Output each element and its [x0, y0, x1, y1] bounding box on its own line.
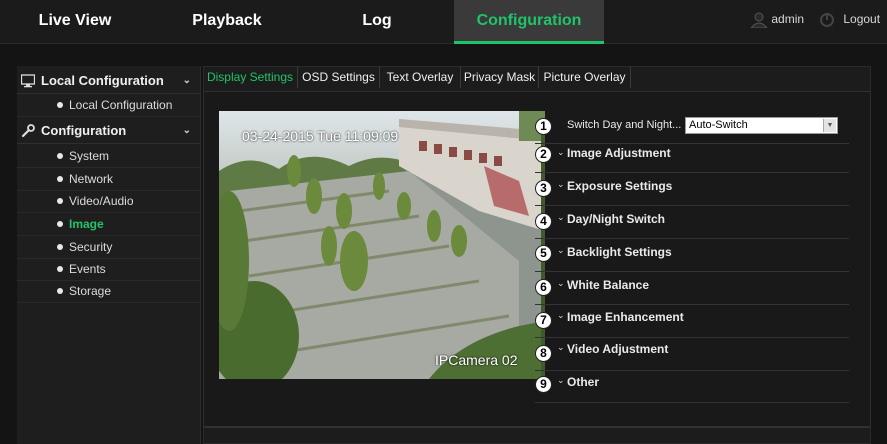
- monitor-icon: [21, 74, 35, 88]
- tab-live-view[interactable]: Live View: [0, 0, 150, 44]
- sidebar-group-label: Local Configuration: [41, 73, 164, 88]
- callout-badge: 6: [535, 279, 552, 296]
- bullet-icon: [57, 198, 63, 204]
- tab-osd-settings[interactable]: OSD Settings: [298, 66, 380, 88]
- sidebar-item-image[interactable]: Image: [17, 213, 201, 236]
- section-white-balance[interactable]: 6 ⌄ White Balance: [535, 272, 849, 305]
- sidebar-item-storage[interactable]: Storage: [17, 280, 201, 303]
- top-navigation-bar: Live View Playback Log Configuration adm…: [0, 0, 887, 44]
- callout-badge: 7: [535, 312, 552, 329]
- callout-badge: 4: [535, 213, 552, 230]
- osd-camera-name: IPCamera 02: [435, 352, 518, 368]
- chevron-down-icon: ⌄: [557, 147, 565, 157]
- switch-day-night-select[interactable]: Auto-Switch ▼: [685, 117, 838, 134]
- dropdown-arrow-icon: ▼: [823, 119, 836, 132]
- chevron-down-icon: ⌄: [557, 212, 565, 222]
- section-other[interactable]: 9 ⌄ Other: [535, 370, 849, 403]
- tab-text-overlay[interactable]: Text Overlay: [380, 66, 461, 88]
- camera-scene-image: [219, 111, 545, 379]
- logout-icon: [820, 13, 834, 27]
- sidebar-item-label: System: [69, 149, 110, 163]
- section-label: Image Enhancement: [567, 310, 684, 324]
- user-icon: [750, 12, 768, 28]
- bullet-icon: [57, 102, 63, 108]
- sidebar-item-security[interactable]: Security: [17, 236, 201, 259]
- section-backlight-settings[interactable]: 5 ⌄ Backlight Settings: [535, 239, 849, 272]
- divider: [203, 427, 871, 428]
- callout-badge: 1: [535, 118, 552, 135]
- sidebar-group-local-configuration[interactable]: Local Configuration ⌄: [17, 68, 201, 94]
- section-label: Exposure Settings: [567, 179, 673, 193]
- section-label: Day/Night Switch: [567, 212, 666, 226]
- section-image-enhancement[interactable]: 7 ⌄ Image Enhancement: [535, 305, 849, 338]
- section-label: Other: [567, 375, 600, 389]
- section-video-adjustment[interactable]: 8 ⌄ Video Adjustment: [535, 338, 849, 371]
- sidebar-item-video-audio[interactable]: Video/Audio: [17, 190, 201, 213]
- sidebar-item-local-configuration[interactable]: Local Configuration: [17, 94, 201, 117]
- sidebar-item-label: Events: [69, 262, 106, 276]
- tab-privacy-mask[interactable]: Privacy Mask: [461, 66, 539, 88]
- username-label: admin: [771, 12, 805, 27]
- sidebar-group-label: Configuration: [41, 123, 127, 138]
- tab-playback[interactable]: Playback: [152, 0, 302, 44]
- tab-log[interactable]: Log: [302, 0, 452, 44]
- callout-badge: 2: [535, 146, 552, 163]
- chevron-down-icon: ⌄: [182, 75, 191, 86]
- callout-badge: 8: [535, 345, 552, 362]
- chevron-down-icon: ⌄: [182, 125, 191, 136]
- callout-badge: 5: [535, 245, 552, 262]
- section-exposure-settings[interactable]: 3 ⌄ Exposure Settings: [535, 173, 849, 206]
- bullet-icon: [57, 266, 63, 272]
- tab-configuration[interactable]: Configuration: [454, 0, 604, 44]
- sidebar-group-configuration[interactable]: Configuration ⌄: [17, 118, 201, 144]
- logout-button[interactable]: Logout: [818, 12, 880, 28]
- sidebar: Local Configuration ⌄ Local Configuratio…: [17, 66, 201, 444]
- select-value: Auto-Switch: [689, 119, 748, 131]
- bullet-icon: [57, 153, 63, 159]
- tab-display-settings[interactable]: Display Settings: [203, 66, 298, 88]
- sidebar-item-network[interactable]: Network: [17, 168, 201, 191]
- sidebar-item-system[interactable]: System: [17, 145, 201, 168]
- bullet-icon: [57, 176, 63, 182]
- sidebar-item-label: Local Configuration: [69, 98, 173, 112]
- bullet-icon: [57, 221, 63, 227]
- bullet-icon: [57, 244, 63, 250]
- live-video-preview[interactable]: 03-24-2015 Tue 11:09:09 IPCamera 02: [219, 111, 545, 379]
- section-label: Image Adjustment: [567, 146, 671, 160]
- chevron-down-icon: ⌄: [557, 245, 565, 255]
- sidebar-item-label: Image: [69, 217, 104, 231]
- logout-label: Logout: [843, 12, 881, 27]
- callout-badge: 9: [535, 376, 552, 393]
- chevron-down-icon: ⌄: [557, 179, 565, 189]
- section-label: White Balance: [567, 278, 650, 292]
- osd-timestamp: 03-24-2015 Tue 11:09:09: [242, 128, 399, 144]
- user-menu[interactable]: admin: [750, 12, 804, 28]
- section-label: Backlight Settings: [567, 245, 672, 259]
- section-label: Video Adjustment: [567, 342, 669, 356]
- section-image-adjustment[interactable]: 2 ⌄ Image Adjustment: [535, 140, 849, 173]
- callout-badge: 3: [535, 180, 552, 197]
- chevron-down-icon: ⌄: [557, 342, 565, 352]
- switch-day-night-label: Switch Day and Night...: [567, 119, 682, 131]
- sidebar-item-label: Storage: [69, 284, 112, 298]
- chevron-down-icon: ⌄: [557, 375, 565, 385]
- sidebar-item-label: Network: [69, 172, 114, 186]
- sidebar-item-label: Security: [69, 240, 113, 254]
- sidebar-item-events[interactable]: Events: [17, 258, 201, 281]
- wrench-icon: [21, 124, 35, 138]
- chevron-down-icon: ⌄: [557, 310, 565, 320]
- bullet-icon: [57, 288, 63, 294]
- sidebar-item-label: Video/Audio: [69, 194, 134, 208]
- tab-picture-overlay[interactable]: Picture Overlay: [539, 66, 631, 88]
- chevron-down-icon: ⌄: [557, 278, 565, 288]
- section-day-night-switch[interactable]: 4 ⌄ Day/Night Switch: [535, 206, 849, 239]
